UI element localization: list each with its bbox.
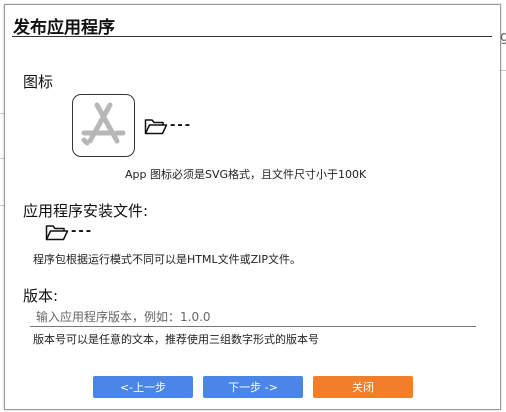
app-store-icon <box>81 102 126 146</box>
icon-hint: App 图标必须是SVG格式，且文件尺寸小于100K <box>125 168 367 181</box>
package-file-name: --- <box>71 224 94 239</box>
folder-open-icon[interactable] <box>144 118 168 135</box>
close-button[interactable]: 关闭 <box>313 376 413 398</box>
publish-app-dialog: 发布应用程序 图标 --- App 图标必须是SVG格式，且文件尺寸小于100K… <box>4 4 501 410</box>
version-section-label: 版本: <box>23 287 59 305</box>
icon-section-label: 图标 <box>23 73 54 91</box>
icon-file-name: --- <box>170 118 193 133</box>
background-divider <box>501 70 506 71</box>
app-icon-preview[interactable] <box>72 94 135 157</box>
folder-open-icon[interactable] <box>45 224 69 241</box>
version-hint: 版本号可以是任意的文本，推荐使用三组数字形式的版本号 <box>33 333 319 346</box>
version-input[interactable] <box>30 307 476 327</box>
title-divider <box>12 36 492 37</box>
dialog-title: 发布应用程序 <box>13 18 115 38</box>
package-hint: 程序包根据运行模式不同可以是HTML文件或ZIP文件。 <box>33 253 302 266</box>
prev-step-button[interactable]: <-上一步 <box>93 376 193 398</box>
package-section-label: 应用程序安装文件: <box>23 202 149 220</box>
next-step-button[interactable]: 下一步 -> <box>203 376 303 398</box>
